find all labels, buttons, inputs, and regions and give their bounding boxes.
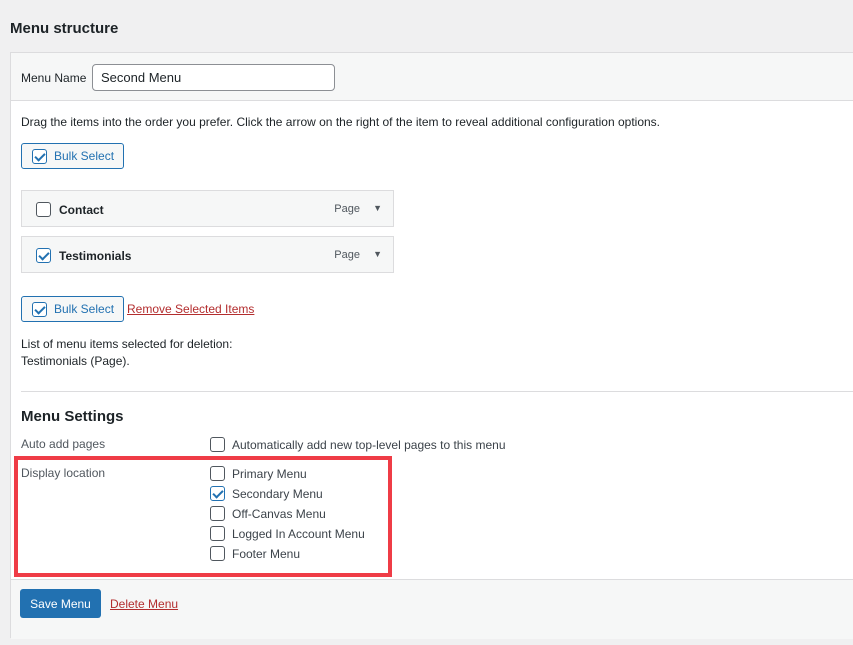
menu-item-checkbox[interactable]	[36, 248, 51, 263]
menu-name-bar: Menu Name	[11, 53, 853, 101]
deletion-list-items: Testimonials (Page).	[21, 354, 130, 368]
divider	[21, 391, 853, 392]
auto-add-checkbox[interactable]	[210, 437, 225, 452]
instructions-text: Drag the items into the order you prefer…	[21, 115, 661, 129]
menu-item-title: Testimonials	[59, 249, 132, 263]
expand-arrow-icon[interactable]: ▼	[373, 249, 382, 259]
menu-structure-panel: Menu Name Drag the items into the order …	[10, 52, 853, 639]
menu-name-input[interactable]	[92, 64, 335, 91]
delete-menu-link[interactable]: Delete Menu	[110, 597, 178, 611]
display-location-highlight	[14, 456, 392, 577]
menu-item[interactable]: Contact Page ▼	[21, 190, 394, 227]
auto-add-option-label: Automatically add new top-level pages to…	[232, 437, 506, 452]
auto-add-pages-option[interactable]: Automatically add new top-level pages to…	[210, 437, 506, 452]
menu-name-label: Menu Name	[21, 71, 87, 85]
menu-item-title: Contact	[59, 203, 104, 217]
save-menu-button[interactable]: Save Menu	[20, 589, 101, 618]
menu-settings-title: Menu Settings	[21, 408, 124, 425]
checkbox-checked-icon	[32, 148, 47, 164]
bulk-select-button[interactable]: Bulk Select	[21, 143, 125, 169]
auto-add-pages-label: Auto add pages	[21, 437, 106, 451]
expand-arrow-icon[interactable]: ▼	[373, 203, 382, 213]
bulk-select-label: Bulk Select	[54, 302, 115, 316]
page-title: Menu structure	[10, 20, 119, 37]
bulk-select-label: Bulk Select	[54, 149, 115, 163]
menu-footer: Save Menu Delete Menu	[11, 579, 853, 639]
menu-item-type: Page	[334, 249, 360, 261]
menu-item-type: Page	[334, 203, 360, 215]
checkbox-checked-icon	[32, 301, 47, 317]
remove-selected-items-link[interactable]: Remove Selected Items	[127, 302, 254, 316]
deletion-list-heading: List of menu items selected for deletion…	[21, 337, 233, 351]
menu-item[interactable]: Testimonials Page ▼	[21, 236, 394, 273]
bulk-select-button-bottom[interactable]: Bulk Select	[21, 296, 125, 322]
menu-item-checkbox[interactable]	[36, 202, 51, 217]
